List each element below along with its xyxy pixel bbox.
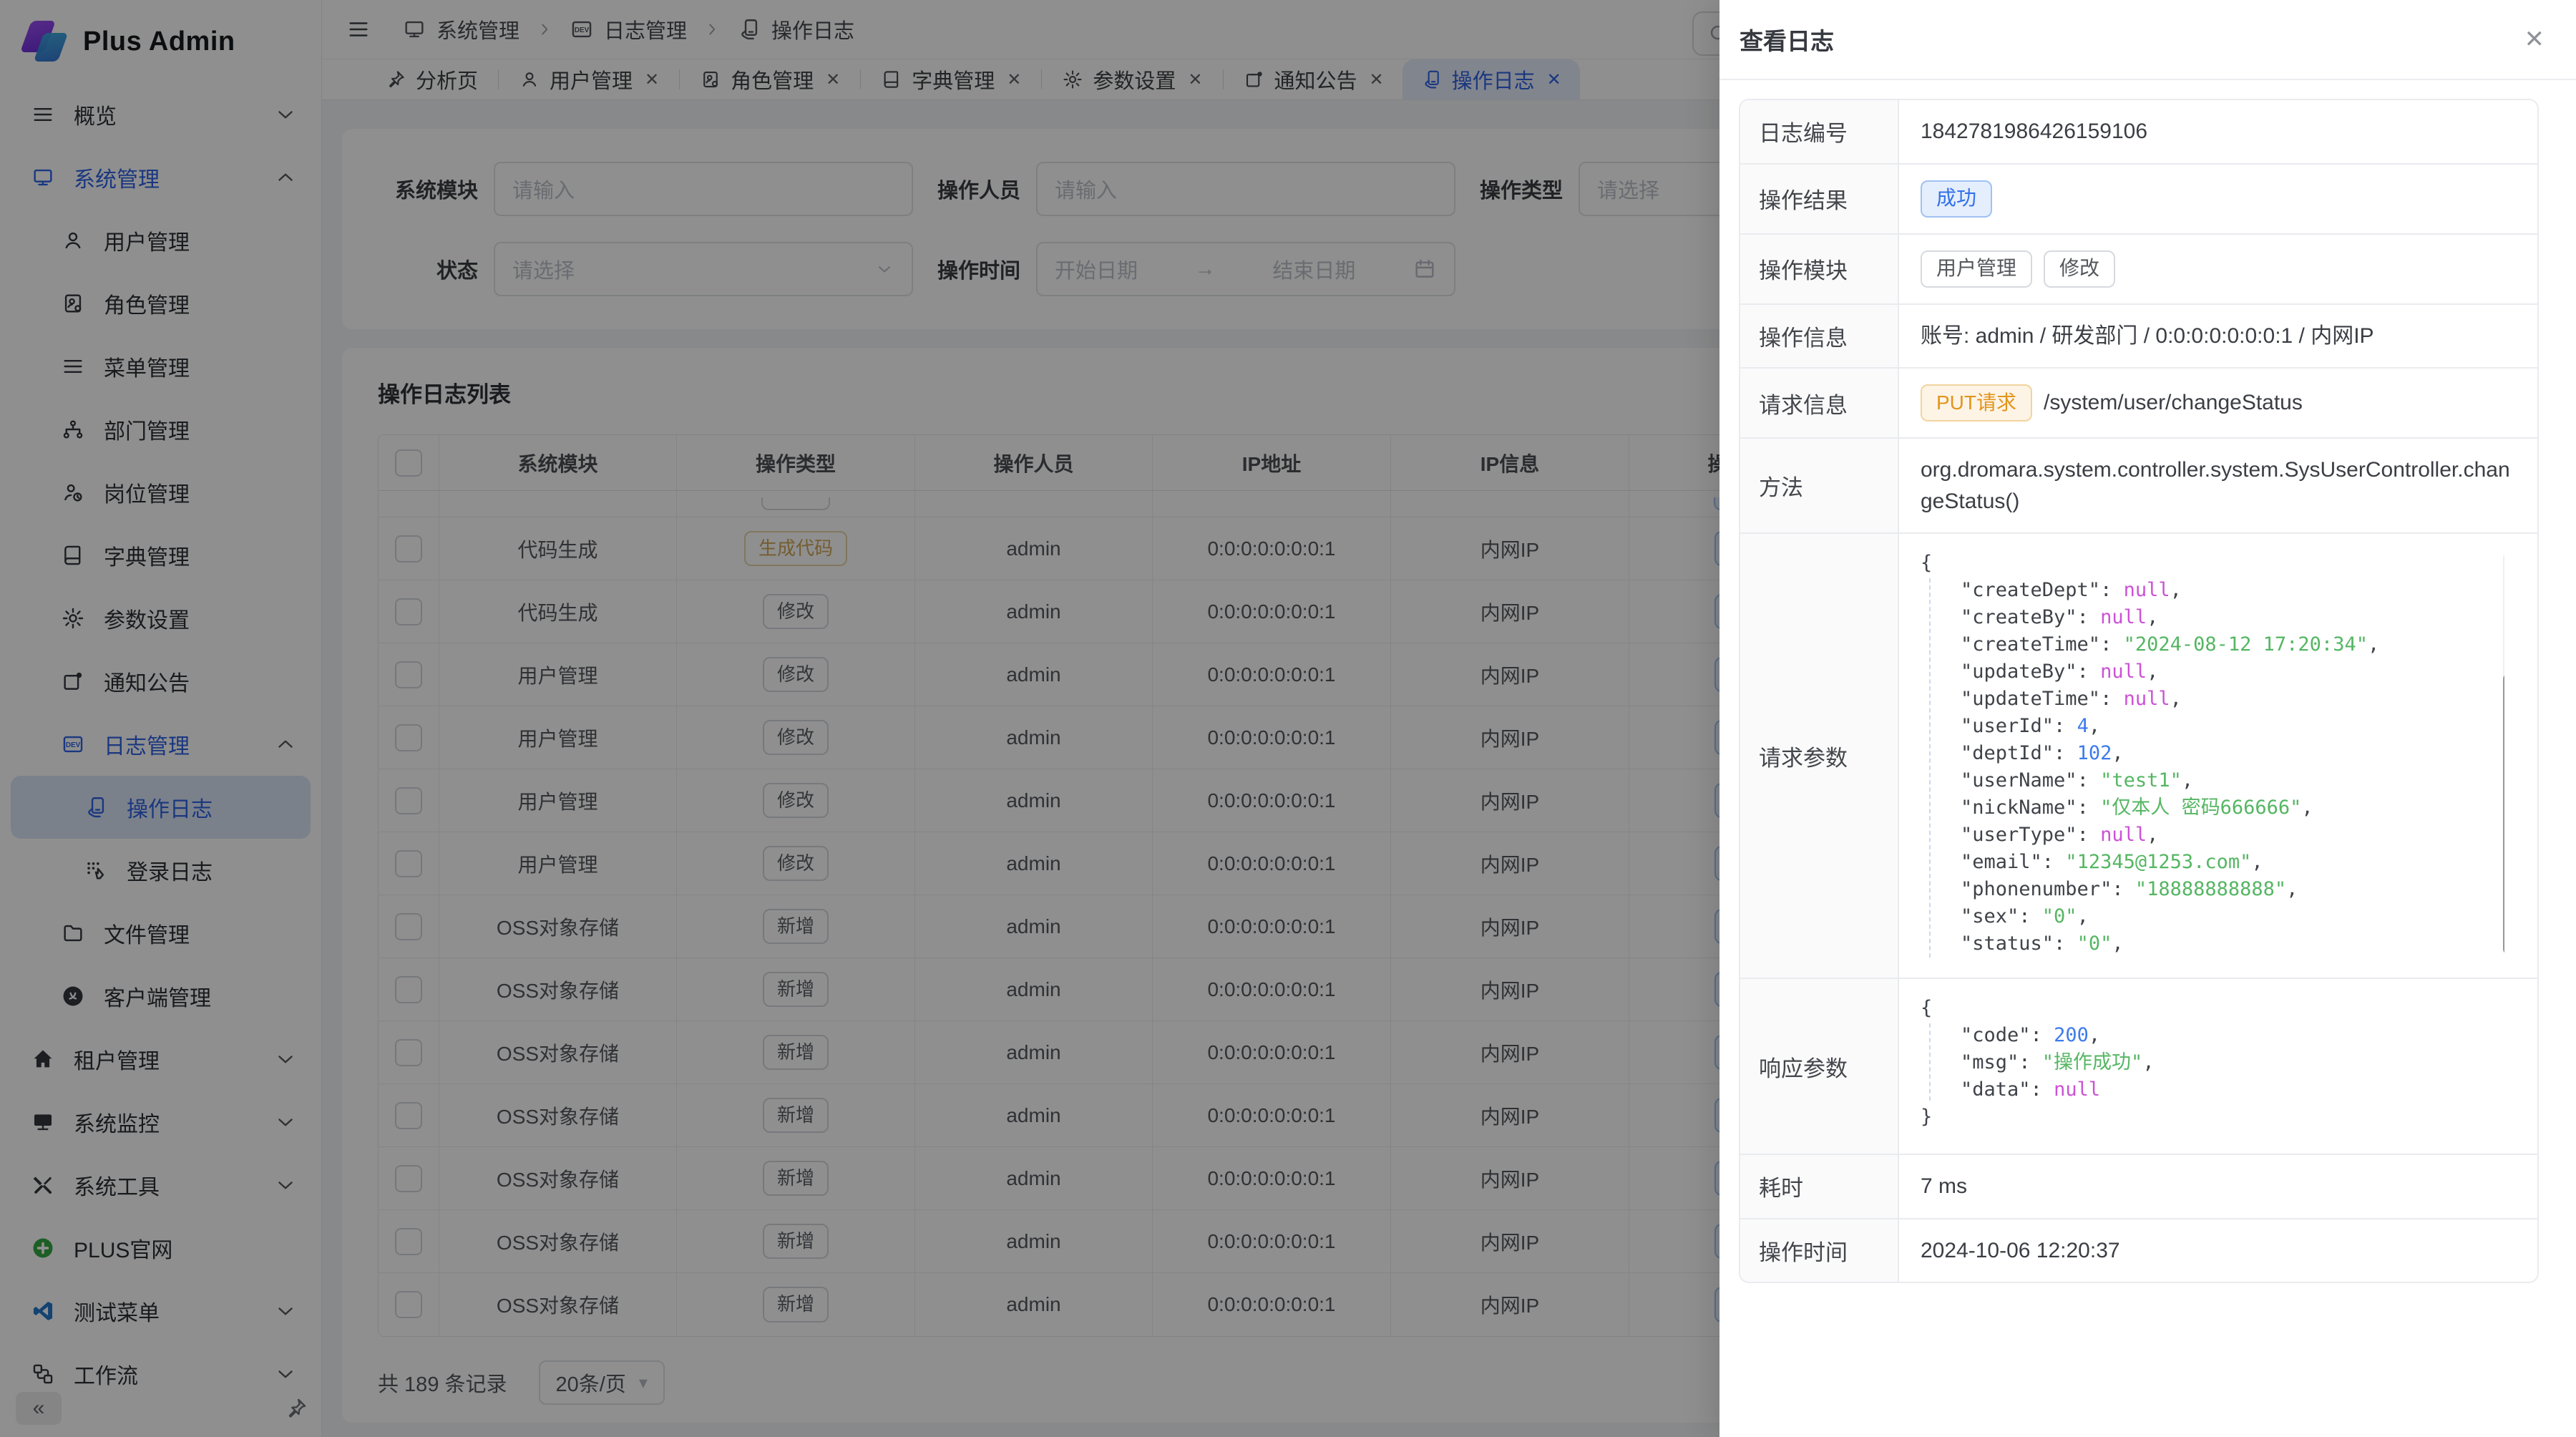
result-row: 操作结果 成功 xyxy=(1740,165,2537,235)
response-params-row: 响应参数 {"code": 200,"msg": "操作成功","data": … xyxy=(1740,979,2537,1155)
json-line: { xyxy=(1921,995,2516,1022)
oper-time-value: 2024-10-06 12:20:37 xyxy=(1899,1219,2537,1282)
request-params-row: 请求参数 {"createDept": null,"createBy": nul… xyxy=(1740,534,2537,979)
method-value: org.dromara.system.controller.system.Sys… xyxy=(1899,439,2537,532)
cost-row: 耗时 7 ms xyxy=(1740,1155,2537,1219)
json-line: { xyxy=(1921,550,2504,577)
log-detail-list: 日志编号 1842781986426159106 操作结果 成功 操作模块 用户… xyxy=(1739,99,2539,1283)
json-line: "status": "0", xyxy=(1921,930,2504,958)
json-line: "deptId": 102, xyxy=(1921,740,2504,767)
drawer-title: 查看日志 xyxy=(1740,22,1834,57)
request-row: 请求信息 PUT请求 /system/user/changeStatus xyxy=(1740,369,2537,439)
json-line: "sex": "0", xyxy=(1921,903,2504,930)
json-line: "updateTime": null, xyxy=(1921,686,2504,713)
method-row: 方法 org.dromara.system.controller.system.… xyxy=(1740,439,2537,534)
json-line: "createDept": null, xyxy=(1921,577,2504,604)
cost-value: 7 ms xyxy=(1899,1155,2537,1218)
scrollbar-track xyxy=(2503,552,2504,955)
oper-info-value: 账号: admin / 研发部门 / 0:0:0:0:0:0:0:1 / 内网I… xyxy=(1899,305,2537,368)
json-line: "data": null xyxy=(1921,1076,2516,1104)
json-line: } xyxy=(1921,1104,2516,1131)
json-line: "createBy": null, xyxy=(1921,604,2504,631)
info-row: 操作信息 账号: admin / 研发部门 / 0:0:0:0:0:0:0:1 … xyxy=(1740,305,2537,369)
request-params-json: {"createDept": null,"createBy": null,"cr… xyxy=(1921,550,2504,958)
json-line: "phonenumber": "18888888888", xyxy=(1921,876,2504,903)
json-line: "createTime": "2024-08-12 17:20:34", xyxy=(1921,631,2504,658)
status-badge: 成功 xyxy=(1921,180,1992,218)
request-url: /system/user/changeStatus xyxy=(2044,387,2303,419)
oper-type-tag: 修改 xyxy=(2044,250,2115,288)
json-line: "nickName": "仅本人 密码666666", xyxy=(1921,794,2504,822)
scrollbar-thumb[interactable] xyxy=(2503,673,2504,955)
response-params-json: {"code": 200,"msg": "操作成功","data": null} xyxy=(1921,995,2516,1131)
close-icon[interactable]: ✕ xyxy=(2524,27,2545,52)
json-line: "userName": "test1", xyxy=(1921,767,2504,794)
json-line: "updateBy": null, xyxy=(1921,658,2504,686)
json-line: "msg": "操作成功", xyxy=(1921,1049,2516,1076)
drawer-header: 查看日志 ✕ xyxy=(1719,0,2576,80)
json-line: "code": 200, xyxy=(1921,1022,2516,1049)
json-line: "userType": null, xyxy=(1921,822,2504,849)
module-row: 操作模块 用户管理 修改 xyxy=(1740,235,2537,305)
http-method-tag: PUT请求 xyxy=(1921,384,2032,422)
json-line: "email": "12345@1253.com", xyxy=(1921,849,2504,876)
oper-time-row: 操作时间 2024-10-06 12:20:37 xyxy=(1740,1219,2537,1282)
log-id-row: 日志编号 1842781986426159106 xyxy=(1740,100,2537,165)
json-line: "userId": 4, xyxy=(1921,713,2504,740)
log-detail-drawer: 查看日志 ✕ 日志编号 1842781986426159106 操作结果 成功 … xyxy=(1719,0,2576,1437)
log-id-value: 1842781986426159106 xyxy=(1899,100,2537,163)
module-tag: 用户管理 xyxy=(1921,250,2032,288)
